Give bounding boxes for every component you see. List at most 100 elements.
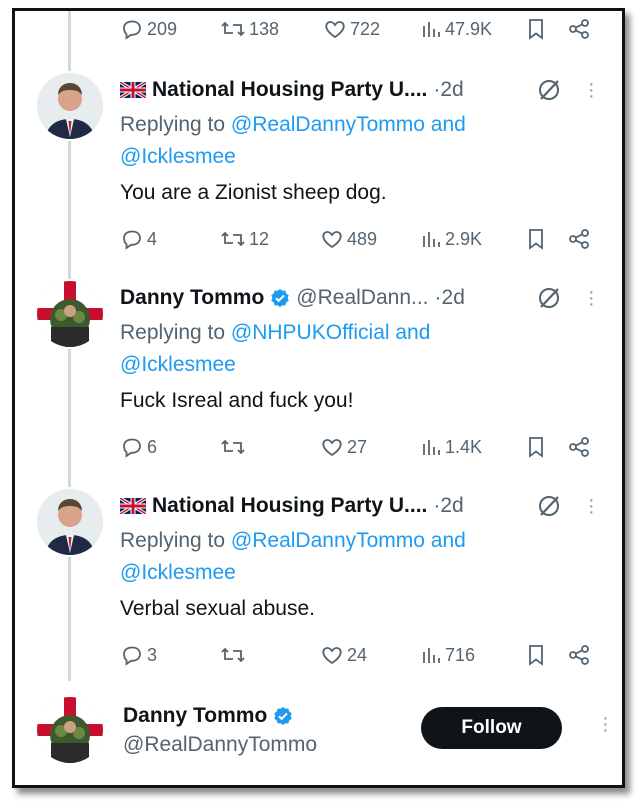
tweet-header: Danny Tommo @RealDann... · 2d [120, 281, 608, 315]
profile-info[interactable]: Danny Tommo @RealDannyTommo [123, 701, 317, 757]
repost-button[interactable]: 12 [220, 225, 269, 253]
replying-to: Replying to @RealDannyTommo and @Icklesm… [120, 113, 466, 168]
profile-handle: @RealDannyTommo [123, 733, 318, 756]
repost-button[interactable]: 138 [220, 15, 279, 43]
mention-link[interactable]: @Icklesmee [120, 145, 236, 168]
action-bar: 6 27 1.4K [120, 433, 608, 463]
reply-count: 6 [147, 436, 158, 457]
separator-dot: · [434, 286, 442, 309]
bookmark-icon [529, 645, 543, 666]
reply-icon [123, 20, 141, 40]
user-handle[interactable]: @RealDann... [296, 286, 428, 310]
separator-dot: · [433, 78, 441, 101]
reply-icon [123, 646, 141, 666]
avatar[interactable] [37, 281, 103, 347]
avatar[interactable] [37, 73, 103, 139]
like-button[interactable]: 489 [320, 225, 377, 253]
tweet-text: Verbal sexual abuse. [120, 597, 315, 620]
reply-button[interactable]: 4 [120, 225, 157, 253]
avatar[interactable] [37, 697, 103, 763]
views-count: 2.9K [445, 228, 483, 249]
mention-link[interactable]: @RealDannyTommo [231, 113, 425, 136]
bookmark-icon [529, 437, 543, 458]
bookmark-button[interactable] [525, 225, 550, 253]
more-options-icon[interactable]: · · · [588, 282, 595, 314]
verified-badge-icon [273, 706, 293, 726]
display-name[interactable]: National Housing Party U.... [152, 78, 427, 102]
share-button[interactable] [567, 225, 594, 253]
like-button[interactable]: 27 [320, 433, 367, 461]
like-count: 24 [347, 644, 368, 665]
repost-count: 12 [249, 228, 270, 249]
timestamp[interactable]: 2d [440, 78, 463, 102]
like-count: 489 [347, 228, 378, 249]
views-button[interactable]: 716 [420, 641, 475, 669]
share-icon [569, 437, 589, 457]
share-icon [569, 645, 589, 665]
bookmark-icon [529, 19, 543, 40]
views-icon [423, 648, 440, 663]
thread-line [68, 557, 71, 681]
thread-line [68, 141, 71, 279]
share-button[interactable] [567, 641, 594, 669]
repost-icon [221, 21, 245, 37]
timestamp[interactable]: 2d [440, 494, 463, 518]
avatar[interactable] [37, 489, 103, 555]
heart-icon [322, 231, 342, 249]
bookmark-button[interactable] [525, 433, 550, 461]
tweet[interactable]: Danny Tommo @RealDann... · 2d · · · Replyi… [120, 281, 608, 463]
display-name[interactable]: National Housing Party U.... [152, 494, 427, 518]
replying-to: Replying to @NHPUKOfficial and @Icklesme… [120, 321, 431, 376]
tweet-text: Fuck Isreal and fuck you! [120, 389, 354, 412]
repost-button[interactable] [220, 641, 249, 669]
like-button[interactable]: 722 [323, 15, 380, 43]
views-count: 1.4K [445, 436, 483, 457]
display-name[interactable]: Danny Tommo [120, 286, 264, 310]
share-button[interactable] [567, 433, 594, 461]
bookmark-button[interactable] [525, 641, 550, 669]
profile-name: Danny Tommo [123, 704, 268, 727]
views-icon [423, 232, 440, 247]
action-bar: 4 12 489 2.9K [120, 225, 608, 255]
reply-icon [123, 230, 141, 250]
reply-button[interactable]: 6 [120, 433, 157, 461]
timestamp[interactable]: 2d [442, 286, 465, 310]
mention-link[interactable]: @Icklesmee [120, 561, 236, 584]
top-action-bar: 209 138 722 47.9K [120, 15, 608, 45]
heart-icon [322, 439, 342, 457]
views-button[interactable]: 2.9K [420, 225, 482, 253]
grok-icon[interactable] [536, 493, 562, 524]
repost-icon [221, 439, 245, 455]
reply-count: 3 [147, 644, 158, 665]
tweet[interactable]: National Housing Party U.... · 2d · · · Re… [120, 73, 608, 255]
replying-to: Replying to @RealDannyTommo and @Icklesm… [120, 529, 466, 584]
grok-icon[interactable] [536, 285, 562, 316]
more-options-icon[interactable]: · · · [588, 74, 595, 106]
views-button[interactable]: 1.4K [420, 433, 482, 461]
views-count: 716 [445, 644, 476, 665]
reply-button[interactable]: 3 [120, 641, 157, 669]
grok-icon[interactable] [536, 77, 562, 108]
tweet[interactable]: National Housing Party U.... · 2d · · · Re… [120, 489, 608, 671]
like-button[interactable]: 24 [320, 641, 367, 669]
more-options-icon[interactable]: · · · [588, 490, 595, 522]
reply-icon [123, 438, 141, 458]
share-button[interactable] [567, 15, 594, 43]
mention-link[interactable]: @NHPUKOfficial [231, 321, 390, 344]
bookmark-button[interactable] [525, 15, 550, 43]
more-options-icon[interactable]: · · · [602, 708, 609, 740]
repost-button[interactable] [220, 433, 249, 461]
mention-link[interactable]: @Icklesmee [120, 353, 236, 376]
repost-count: 138 [249, 18, 280, 39]
share-icon [569, 19, 589, 39]
views-icon [423, 440, 440, 455]
thread-line [68, 349, 71, 487]
follow-button[interactable]: Follow [421, 707, 562, 749]
reply-button[interactable]: 209 [120, 15, 177, 43]
heart-icon [322, 647, 342, 665]
views-button[interactable]: 47.9K [420, 15, 492, 43]
separator-dot: · [433, 494, 441, 517]
uk-flag-icon [120, 82, 146, 98]
mention-link[interactable]: @RealDannyTommo [231, 529, 425, 552]
repost-icon [221, 647, 245, 663]
